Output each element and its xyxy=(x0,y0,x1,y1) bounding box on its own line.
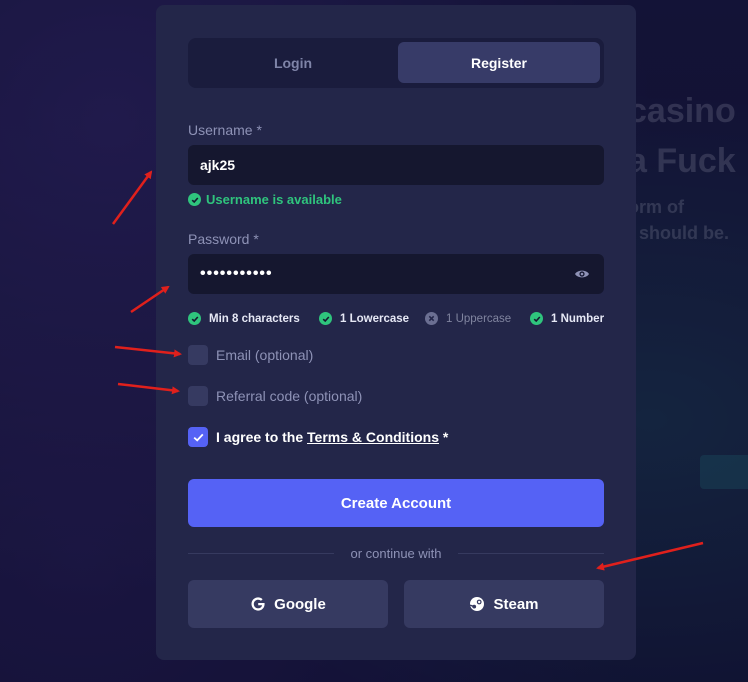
check-circle-icon xyxy=(188,193,201,206)
referral-checkbox[interactable] xyxy=(188,386,208,406)
google-icon xyxy=(251,597,265,611)
google-login-button[interactable]: Google xyxy=(188,580,388,628)
username-input[interactable] xyxy=(188,145,604,185)
requirement-min-length: Min 8 characters xyxy=(188,312,300,325)
check-circle-icon xyxy=(188,312,201,325)
steam-login-button[interactable]: Steam xyxy=(404,580,604,628)
google-label: Google xyxy=(274,595,326,613)
auth-modal: Login Register Username * Username is av… xyxy=(156,5,636,660)
x-circle-icon xyxy=(425,312,438,325)
email-optional-toggle[interactable]: Email (optional) xyxy=(188,345,313,365)
terms-agreement[interactable]: I agree to the Terms & Conditions * xyxy=(188,427,448,447)
terms-prefix: I agree to the xyxy=(216,429,308,445)
auth-tabs: Login Register xyxy=(188,38,604,88)
check-circle-icon xyxy=(530,312,543,325)
referral-checkbox-label: Referral code (optional) xyxy=(216,388,363,404)
requirement-label: 1 Number xyxy=(551,312,605,325)
password-label: Password * xyxy=(188,231,259,247)
requirement-lowercase: 1 Lowercase xyxy=(319,312,409,325)
username-label: Username * xyxy=(188,122,262,138)
steam-icon xyxy=(470,597,485,611)
referral-optional-toggle[interactable]: Referral code (optional) xyxy=(188,386,362,406)
requirement-label: 1 Lowercase xyxy=(340,312,410,325)
eye-icon[interactable] xyxy=(574,267,590,281)
email-checkbox[interactable] xyxy=(188,345,208,365)
terms-link[interactable]: Terms & Conditions xyxy=(307,429,439,445)
username-field[interactable] xyxy=(188,145,604,185)
username-status-text: Username is available xyxy=(206,192,342,207)
requirement-number: 1 Number xyxy=(530,312,604,325)
requirement-uppercase: 1 Uppercase xyxy=(425,312,511,325)
steam-label: Steam xyxy=(493,595,539,613)
divider-line-right xyxy=(457,552,604,554)
checkmark-icon xyxy=(193,433,203,442)
terms-checkbox[interactable] xyxy=(188,427,208,447)
requirement-label: Min 8 characters xyxy=(209,312,300,325)
divider-line-left xyxy=(188,552,335,554)
requirement-label: 1 Uppercase xyxy=(446,312,512,325)
password-input[interactable] xyxy=(188,254,604,294)
password-field[interactable] xyxy=(188,254,604,294)
username-status: Username is available xyxy=(188,192,342,207)
divider: or continue with xyxy=(188,545,604,561)
create-account-button[interactable]: Create Account xyxy=(188,479,604,527)
tab-register[interactable]: Register xyxy=(398,42,600,83)
terms-suffix: * xyxy=(439,429,449,445)
terms-text: I agree to the Terms & Conditions * xyxy=(216,429,448,445)
divider-text: or continue with xyxy=(350,545,442,561)
check-circle-icon xyxy=(319,312,332,325)
email-checkbox-label: Email (optional) xyxy=(216,347,314,363)
tab-login[interactable]: Login xyxy=(192,42,394,83)
